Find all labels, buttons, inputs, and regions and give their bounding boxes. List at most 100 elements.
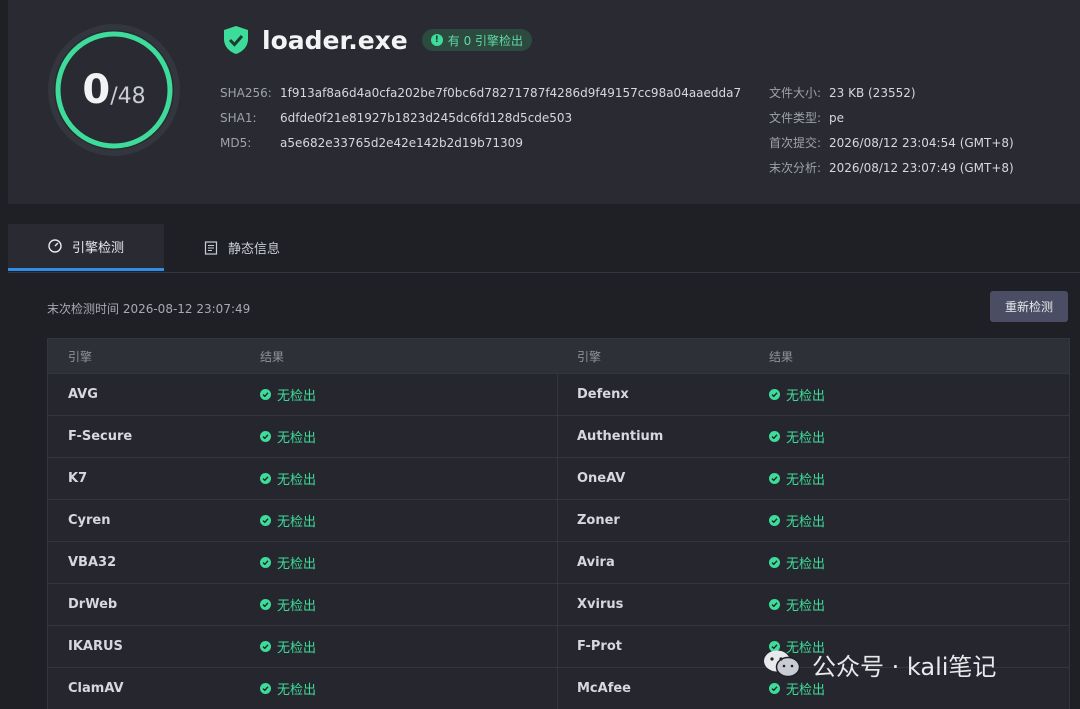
- result-label: 无检出: [277, 389, 317, 404]
- wechat-icon: [764, 650, 801, 678]
- hash-key: MD5:: [220, 135, 252, 150]
- column-divider: [557, 458, 558, 499]
- engine-result: 无检出: [260, 374, 316, 415]
- detected-count: 0: [82, 67, 111, 113]
- watermark: 公众号 · kali笔记: [762, 640, 996, 688]
- tab-label: 引擎检测: [71, 240, 124, 256]
- file-meta-list: 文件大小: 23 KB (23552) 文件类型: pe 首次提交: 2026/…: [769, 80, 1014, 180]
- meta-row-first-submit: 首次提交: 2026/08/12 23:04:54 (GMT+8): [769, 130, 1014, 155]
- detection-badge-label: 有 0 引擎检出: [447, 33, 524, 48]
- engine-result: 无检出: [260, 626, 316, 667]
- engine-name: K7: [68, 471, 88, 486]
- engine-name: F-Secure: [68, 429, 133, 444]
- table-row: K7 无检出 OneAV 无检出: [48, 457, 1069, 499]
- last-scan-time: 末次检测时间 2026-08-12 23:07:49: [47, 302, 251, 316]
- engine-result: 无检出: [260, 542, 316, 583]
- engine-result: 无检出: [260, 416, 316, 457]
- column-divider: [557, 668, 558, 709]
- table-row: F-Secure 无检出 Authentium 无检出: [48, 415, 1069, 457]
- table-row: VBA32 无检出 Avira 无检出: [48, 541, 1069, 583]
- tab-static-info[interactable]: 静态信息: [204, 224, 294, 271]
- check-circle-icon: [769, 557, 780, 568]
- result-label: 无检出: [786, 599, 826, 614]
- meta-row-type: 文件类型: pe: [769, 105, 1014, 130]
- engine-name: AVG: [68, 387, 98, 402]
- engine-name: Authentium: [577, 429, 664, 444]
- file-title-row: loader.exe ! 有 0 引擎检出: [222, 24, 533, 56]
- engine-name: Cyren: [68, 513, 111, 528]
- table-row: AVG 无检出 Defenx 无检出: [48, 373, 1069, 415]
- result-label: 无检出: [277, 431, 317, 446]
- meta-value: 23 KB (23552): [829, 85, 916, 100]
- engine-name: Defenx: [577, 387, 629, 402]
- gauge-icon: [48, 239, 62, 253]
- result-label: 无检出: [786, 557, 826, 572]
- check-circle-icon: [260, 683, 271, 694]
- result-label: 无检出: [277, 641, 317, 656]
- table-row: DrWeb 无检出 Xvirus 无检出: [48, 583, 1069, 625]
- result-label: 无检出: [277, 473, 317, 488]
- engine-name: McAfee: [577, 681, 631, 696]
- column-header-result: 结果: [260, 349, 285, 364]
- engine-total: /48: [110, 83, 146, 109]
- check-circle-icon: [769, 431, 780, 442]
- hash-row-md5: MD5: a5e682e33765d2e42e142b2d19b71309: [220, 130, 741, 155]
- tab-label: 静态信息: [228, 242, 281, 257]
- hash-value[interactable]: 1f913af8a6d4a0cfa202be7f0bc6d78271787f42…: [280, 86, 741, 100]
- engine-result: 无检出: [260, 668, 316, 709]
- rescan-button[interactable]: 重新检测: [990, 291, 1068, 322]
- column-divider: [557, 584, 558, 625]
- result-label: 无检出: [277, 557, 317, 572]
- column-divider: [557, 416, 558, 457]
- check-circle-icon: [769, 515, 780, 526]
- column-header-result: 结果: [769, 349, 794, 364]
- engine-result: 无检出: [769, 584, 825, 625]
- check-circle-icon: [260, 473, 271, 484]
- file-name: loader.exe: [262, 25, 408, 55]
- meta-key: 首次提交:: [769, 136, 822, 150]
- hash-value[interactable]: 6dfde0f21e81927b1823d245dc6fd128d5cde503: [280, 111, 572, 125]
- result-label: 无检出: [786, 515, 826, 530]
- tab-engine-detection[interactable]: 引擎检测: [8, 224, 164, 271]
- meta-value: pe: [829, 110, 844, 125]
- engine-name: F-Prot: [577, 639, 622, 654]
- hash-value[interactable]: a5e682e33765d2e42e142b2d19b71309: [280, 136, 523, 150]
- shield-check-icon: [224, 26, 248, 54]
- check-circle-icon: [769, 473, 780, 484]
- watermark-text: 公众号 · kali笔记: [812, 652, 997, 681]
- meta-row-last-analysis: 末次分析: 2026/08/12 23:07:49 (GMT+8): [769, 155, 1014, 180]
- detection-score: 0 /48: [48, 24, 180, 156]
- engine-name: IKARUS: [68, 639, 123, 654]
- table-row: Cyren 无检出 Zoner 无检出: [48, 499, 1069, 541]
- meta-value: 2026/08/12 23:04:54 (GMT+8): [829, 135, 1014, 150]
- meta-key: 文件大小:: [769, 86, 822, 100]
- meta-row-size: 文件大小: 23 KB (23552): [769, 80, 1014, 105]
- engine-name: Avira: [577, 555, 615, 570]
- engine-name: Xvirus: [577, 597, 624, 612]
- detection-badge: ! 有 0 引擎检出: [421, 29, 533, 51]
- table-header: 引擎 结果 引擎 结果: [48, 339, 1069, 373]
- engine-name: VBA32: [68, 555, 117, 570]
- column-header-engine: 引擎: [577, 349, 602, 364]
- engine-name: DrWeb: [68, 597, 118, 612]
- column-header-engine: 引擎: [68, 349, 93, 364]
- engine-result: 无检出: [260, 500, 316, 541]
- result-label: 无检出: [277, 599, 317, 614]
- engine-name: OneAV: [577, 471, 626, 486]
- column-divider: [557, 626, 558, 667]
- hash-row-sha256: SHA256: 1f913af8a6d4a0cfa202be7f0bc6d782…: [220, 80, 741, 105]
- result-label: 无检出: [277, 683, 317, 698]
- engine-name: Zoner: [577, 513, 620, 528]
- engine-result: 无检出: [769, 458, 825, 499]
- check-circle-icon: [260, 515, 271, 526]
- check-circle-icon: [260, 389, 271, 400]
- engine-result: 无检出: [769, 500, 825, 541]
- column-divider: [557, 374, 558, 415]
- engine-result: 无检出: [769, 416, 825, 457]
- engine-name: ClamAV: [68, 681, 124, 696]
- info-icon: !: [430, 34, 443, 46]
- result-label: 无检出: [786, 389, 826, 404]
- hash-key: SHA1:: [220, 110, 257, 125]
- hash-key: SHA256:: [220, 85, 272, 100]
- check-circle-icon: [260, 641, 271, 652]
